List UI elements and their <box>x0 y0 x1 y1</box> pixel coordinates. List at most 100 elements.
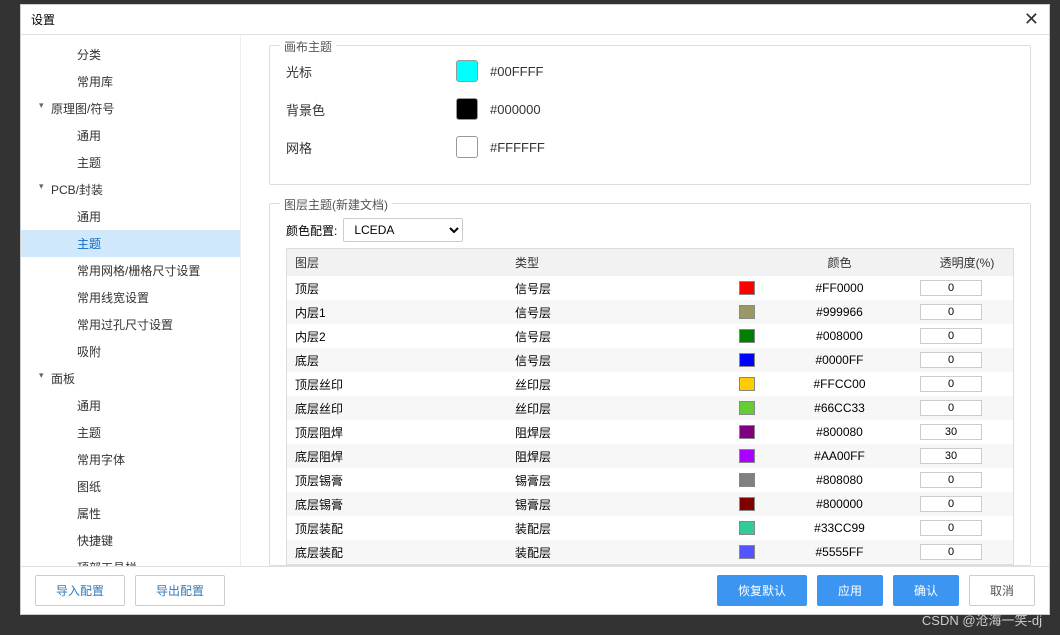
color-swatch[interactable] <box>739 329 755 343</box>
sidebar-item-19[interactable]: 顶部工具栏 <box>21 554 240 566</box>
hdr-opacity: 透明度(%) <box>912 249 1022 276</box>
canvas-row-label: 网格 <box>286 138 456 157</box>
sidebar-item-3[interactable]: 通用 <box>21 122 240 149</box>
cell-hex: #FFCC00 <box>767 375 912 393</box>
cell-hex: #800080 <box>767 423 912 441</box>
cell-layer: 顶层 <box>287 278 507 299</box>
dialog-title: 设置 <box>31 11 55 28</box>
cell-layer: 顶层锡膏 <box>287 470 507 491</box>
table-row: 内层1信号层 #999966 <box>287 300 1013 324</box>
color-swatch[interactable] <box>739 281 755 295</box>
cell-layer: 顶层丝印 <box>287 374 507 395</box>
sidebar-item-17[interactable]: 属性 <box>21 500 240 527</box>
close-icon[interactable]: ✕ <box>1024 9 1039 30</box>
canvas-theme-title: 画布主题 <box>280 38 336 55</box>
sidebar-item-10[interactable]: 常用过孔尺寸设置 <box>21 311 240 338</box>
color-swatch[interactable] <box>739 305 755 319</box>
cell-hex: #5555FF <box>767 543 912 561</box>
opacity-input[interactable] <box>920 280 982 296</box>
sidebar-item-15[interactable]: 常用字体 <box>21 446 240 473</box>
opacity-input[interactable] <box>920 376 982 392</box>
cell-layer: 顶层阻焊 <box>287 422 507 443</box>
opacity-input[interactable] <box>920 544 982 560</box>
cell-type: 信号层 <box>507 350 727 371</box>
cell-hex: #808080 <box>767 471 912 489</box>
cell-layer: 内层2 <box>287 326 507 347</box>
cell-type: 装配层 <box>507 518 727 539</box>
cell-layer: 底层装配 <box>287 542 507 563</box>
cell-hex: #33CC99 <box>767 519 912 537</box>
import-config-button[interactable]: 导入配置 <box>35 575 125 606</box>
sidebar-item-7[interactable]: 主题 <box>21 230 240 257</box>
opacity-input[interactable] <box>920 520 982 536</box>
sidebar-item-11[interactable]: 吸附 <box>21 338 240 365</box>
canvas-row-2: 网格#FFFFFF <box>286 136 1014 158</box>
cell-type: 装配层 <box>507 542 727 563</box>
cancel-button[interactable]: 取消 <box>969 575 1035 606</box>
opacity-input[interactable] <box>920 448 982 464</box>
color-swatch[interactable] <box>739 545 755 559</box>
cell-hex: #008000 <box>767 327 912 345</box>
ok-button[interactable]: 确认 <box>893 575 959 606</box>
titlebar: 设置 ✕ <box>21 5 1049 35</box>
layer-table: 图层 类型 颜色 透明度(%) 顶层信号层#FF0000内层1信号层#99996… <box>286 248 1014 565</box>
sidebar-item-13[interactable]: 通用 <box>21 392 240 419</box>
sidebar-item-9[interactable]: 常用线宽设置 <box>21 284 240 311</box>
cell-layer: 内层1 <box>287 302 507 323</box>
dialog-body: 分类常用库原理图/符号通用主题PCB/封装通用主题常用网格/栅格尺寸设置常用线宽… <box>21 35 1049 566</box>
sidebar[interactable]: 分类常用库原理图/符号通用主题PCB/封装通用主题常用网格/栅格尺寸设置常用线宽… <box>21 35 241 566</box>
sidebar-item-0[interactable]: 分类 <box>21 41 240 68</box>
table-header: 图层 类型 颜色 透明度(%) <box>287 249 1013 276</box>
sidebar-item-18[interactable]: 快捷键 <box>21 527 240 554</box>
opacity-input[interactable] <box>920 352 982 368</box>
opacity-input[interactable] <box>920 328 982 344</box>
color-swatch[interactable] <box>739 377 755 391</box>
color-swatch[interactable] <box>739 449 755 463</box>
color-swatch[interactable] <box>739 353 755 367</box>
sidebar-item-16[interactable]: 图纸 <box>21 473 240 500</box>
table-row: 底层信号层#0000FF <box>287 348 1013 372</box>
opacity-input[interactable] <box>920 400 982 416</box>
sidebar-item-6[interactable]: 通用 <box>21 203 240 230</box>
color-hex: #00FFFF <box>490 64 543 79</box>
cell-type: 丝印层 <box>507 398 727 419</box>
cell-type: 锡膏层 <box>507 494 727 515</box>
apply-button[interactable]: 应用 <box>817 575 883 606</box>
sidebar-item-12[interactable]: 面板 <box>21 365 240 392</box>
cell-hex: #999966 <box>767 303 912 321</box>
color-swatch[interactable] <box>456 136 478 158</box>
sidebar-item-2[interactable]: 原理图/符号 <box>21 95 240 122</box>
sidebar-item-8[interactable]: 常用网格/栅格尺寸设置 <box>21 257 240 284</box>
cell-type: 锡膏层 <box>507 470 727 491</box>
cell-hex: #FF0000 <box>767 279 912 297</box>
color-config-select[interactable]: LCEDA <box>343 218 463 242</box>
color-swatch[interactable] <box>739 425 755 439</box>
opacity-input[interactable] <box>920 496 982 512</box>
restore-default-button[interactable]: 恢复默认 <box>717 575 807 606</box>
color-swatch[interactable] <box>456 60 478 82</box>
table-row: 顶层信号层#FF0000 <box>287 276 1013 300</box>
opacity-input[interactable] <box>920 424 982 440</box>
sidebar-item-4[interactable]: 主题 <box>21 149 240 176</box>
cell-layer: 底层丝印 <box>287 398 507 419</box>
table-row: 底层丝印丝印层 #66CC33 <box>287 396 1013 420</box>
cell-type: 信号层 <box>507 302 727 323</box>
sidebar-item-14[interactable]: 主题 <box>21 419 240 446</box>
export-config-button[interactable]: 导出配置 <box>135 575 225 606</box>
color-swatch[interactable] <box>739 401 755 415</box>
table-row: 底层阻焊阻焊层#AA00FF <box>287 444 1013 468</box>
color-config-label: 颜色配置: <box>286 222 337 239</box>
sidebar-item-5[interactable]: PCB/封装 <box>21 176 240 203</box>
color-swatch[interactable] <box>739 473 755 487</box>
cell-layer: 底层阻焊 <box>287 446 507 467</box>
opacity-input[interactable] <box>920 472 982 488</box>
color-swatch[interactable] <box>739 497 755 511</box>
table-row: 底层装配装配层 #5555FF <box>287 540 1013 564</box>
color-swatch[interactable] <box>739 521 755 535</box>
sidebar-item-1[interactable]: 常用库 <box>21 68 240 95</box>
cell-hex: #66CC33 <box>767 399 912 417</box>
cell-type: 信号层 <box>507 326 727 347</box>
color-swatch[interactable] <box>456 98 478 120</box>
hdr-color: 颜色 <box>767 249 912 276</box>
opacity-input[interactable] <box>920 304 982 320</box>
